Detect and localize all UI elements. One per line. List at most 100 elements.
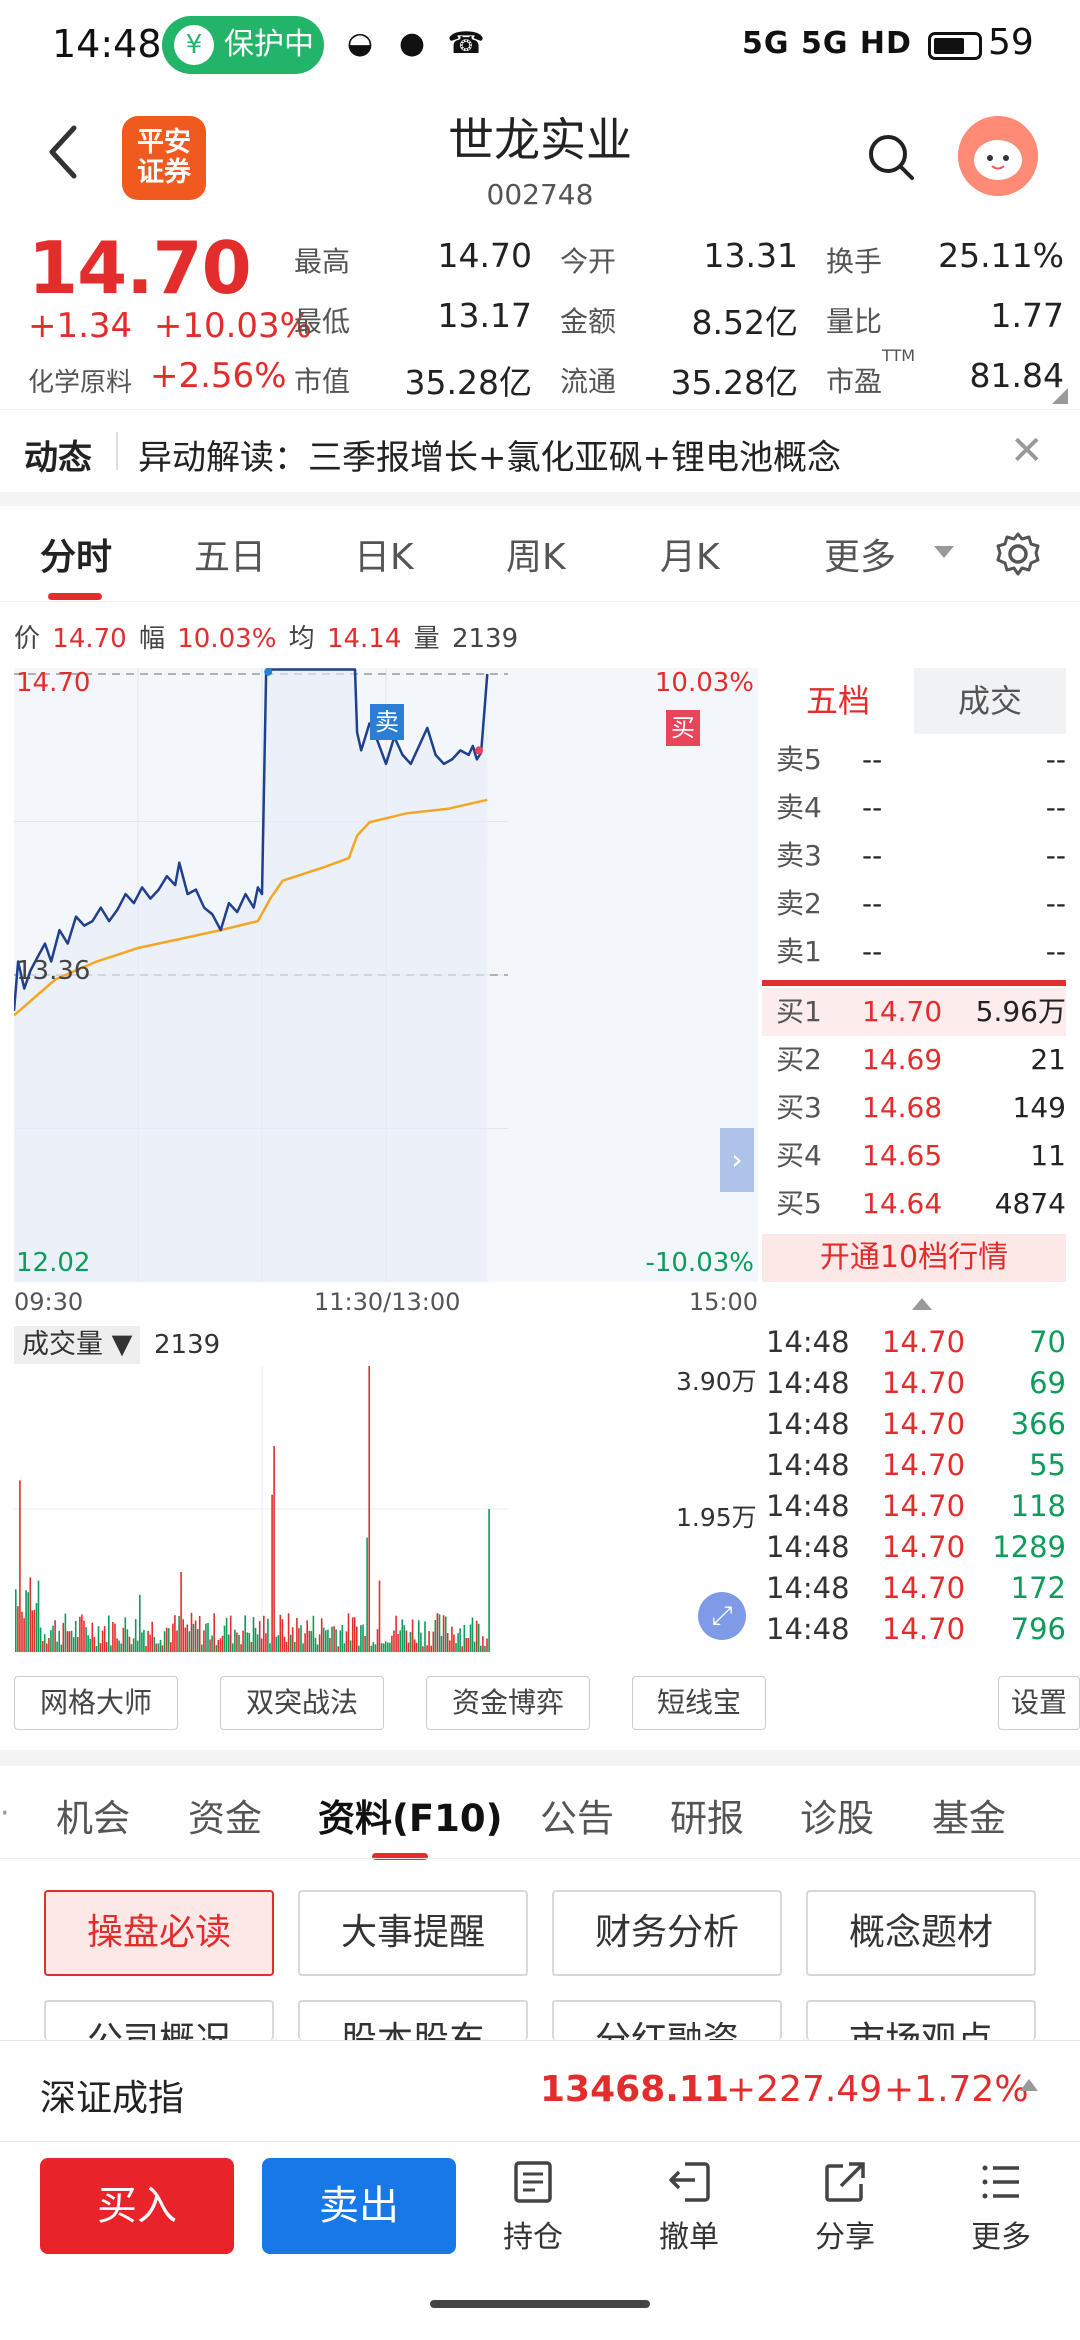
volume-bar <box>122 1627 125 1652</box>
tool-short-term[interactable]: 短线宝 <box>632 1676 766 1730</box>
f10-financials[interactable]: 财务分析 <box>552 1890 782 1976</box>
volume-bar <box>186 1624 189 1652</box>
tab-more[interactable]: 更多 <box>824 528 896 580</box>
volume-bar <box>246 1632 249 1652</box>
cancel-order-button[interactable]: 撤单 <box>634 2158 744 2268</box>
volume-bar <box>192 1623 195 1652</box>
buy-button[interactable]: 买入 <box>40 2158 234 2254</box>
intraday-chart[interactable]: 14.70 10.03% 13.36 12.02 -10.03% 卖 买 › <box>14 668 758 1282</box>
volume-bar <box>465 1638 468 1652</box>
volume-bar <box>167 1628 170 1652</box>
tab-f10[interactable]: 资料(F10) <box>318 1788 503 1860</box>
volume-bar <box>250 1641 253 1652</box>
news-text[interactable]: 异动解读：三季报增长+氯化亚砜+锂电池概念 <box>138 430 841 479</box>
change-percent: +10.03% <box>153 306 312 346</box>
cancel-order-label: 撤单 <box>659 2220 719 2255</box>
fullscreen-icon[interactable]: ⤢ <box>698 1592 746 1640</box>
volume-bar <box>461 1646 463 1652</box>
battery-level: 59 <box>988 22 1034 63</box>
tool-fund-game[interactable]: 资金博弈 <box>426 1676 590 1730</box>
volume-bar <box>271 1494 273 1652</box>
expand-corner-icon[interactable] <box>1052 388 1068 404</box>
stat-label: 市值 <box>294 365 351 398</box>
assistant-avatar-icon[interactable] <box>958 116 1038 196</box>
tab-opportunity[interactable]: 机会 <box>56 1788 130 1842</box>
battery-icon <box>928 32 982 60</box>
f10-company-profile[interactable]: 公司概况 <box>44 2000 274 2040</box>
tab-intraday[interactable]: 分时 <box>40 528 112 600</box>
home-indicator[interactable] <box>430 2300 650 2308</box>
tab-monthly-k[interactable]: 月K <box>660 528 720 580</box>
chart-tabs: 分时 五日 日K 周K 月K 更多 <box>0 506 1080 602</box>
tab-funds[interactable]: 资金 <box>188 1788 262 1842</box>
bid-price: 14.68 <box>862 1091 943 1124</box>
volume-bar <box>279 1614 282 1652</box>
protection-badge[interactable]: ¥ 保护中 <box>162 16 324 74</box>
dropdown-icon[interactable] <box>934 546 954 558</box>
bid-row: 买2 14.69 21 <box>762 1036 1066 1084</box>
tab-weekly-k[interactable]: 周K <box>506 528 566 580</box>
volume-bar <box>451 1626 453 1652</box>
tab-trades[interactable]: 成交 <box>914 668 1066 734</box>
tab-diagnosis[interactable]: 诊股 <box>800 1788 874 1842</box>
tool-grid-master[interactable]: 网格大师 <box>14 1676 178 1730</box>
ticks-up-arrow-icon[interactable] <box>912 1298 932 1310</box>
tool-double-breakout[interactable]: 双突战法 <box>220 1676 384 1730</box>
volume-bar <box>362 1624 364 1652</box>
stat-value: 1.77 <box>990 296 1064 335</box>
volume-bar <box>360 1625 362 1652</box>
tick-price: 14.70 <box>882 1612 966 1646</box>
search-icon[interactable] <box>864 130 920 186</box>
tab-five-day[interactable]: 五日 <box>194 528 266 580</box>
volume-bar <box>83 1620 85 1652</box>
time-axis: 09:30 11:30/13:00 15:00 <box>14 1286 758 1320</box>
bid-label: 买5 <box>776 1187 822 1220</box>
volume-bar <box>172 1623 174 1652</box>
f10-events[interactable]: 大事提醒 <box>298 1890 528 1976</box>
shield-icon: ¥ <box>174 25 214 65</box>
price-label: 价 <box>14 624 41 654</box>
index-ticker[interactable]: 深证成指 13468.11 +227.49 +1.72% <box>0 2040 1080 2142</box>
f10-shareholders[interactable]: 股本股东 <box>298 2000 528 2040</box>
expand-up-icon[interactable] <box>1020 2079 1038 2091</box>
volume-bar <box>225 1617 228 1652</box>
volume-bar <box>205 1623 207 1652</box>
tab-research[interactable]: 研报 <box>670 1788 744 1842</box>
holdings-button[interactable]: 持仓 <box>478 2158 588 2268</box>
f10-concepts[interactable]: 概念题材 <box>806 1890 1036 1976</box>
volume-bar <box>269 1643 271 1652</box>
more-button[interactable]: 更多 <box>946 2158 1056 2268</box>
tool-settings[interactable]: 设置 <box>998 1676 1080 1730</box>
volume-bar <box>389 1642 391 1652</box>
volume-bar <box>463 1624 466 1652</box>
bid-row: 买4 14.65 11 <box>762 1132 1066 1180</box>
volume-bar <box>178 1615 180 1652</box>
volume-bar <box>147 1630 149 1652</box>
close-icon[interactable]: ✕ <box>1010 428 1044 474</box>
f10-market-views[interactable]: 市场观点 <box>806 2000 1036 2040</box>
tab-daily-k[interactable]: 日K <box>354 528 414 580</box>
volume-bar <box>260 1638 263 1652</box>
tick-volume: 70 <box>1029 1325 1066 1359</box>
sector-label[interactable]: 化学原料 <box>28 362 132 399</box>
tick-price: 14.70 <box>882 1571 966 1605</box>
gear-icon[interactable] <box>994 530 1042 578</box>
volume-bar <box>54 1620 56 1652</box>
ask-label: 卖1 <box>776 935 822 968</box>
share-button[interactable]: 分享 <box>790 2158 900 2268</box>
volume-indicator-select[interactable]: 成交量 ▼ <box>14 1326 141 1364</box>
volume-bar <box>221 1635 224 1652</box>
bid-label: 买3 <box>776 1091 822 1124</box>
tab-announcements[interactable]: 公告 <box>540 1788 614 1842</box>
news-bar[interactable]: 动态 异动解读：三季报增长+氯化亚砜+锂电池概念 ✕ <box>0 410 1080 506</box>
expand-panel-icon[interactable]: › <box>720 1128 754 1192</box>
tick-row: 14:48 14.70 172 <box>766 1568 1066 1609</box>
tick-price: 14.70 <box>882 1366 966 1400</box>
tab-five-levels[interactable]: 五档 <box>762 668 914 734</box>
sell-button[interactable]: 卖出 <box>262 2158 456 2254</box>
open-level10-button[interactable]: 开通10档行情 <box>762 1234 1066 1282</box>
f10-must-read[interactable]: 操盘必读 <box>44 1890 274 1976</box>
tab-fund[interactable]: 基金 <box>932 1788 1006 1842</box>
volume-bar <box>151 1621 153 1652</box>
f10-dividends[interactable]: 分红融资 <box>552 2000 782 2040</box>
